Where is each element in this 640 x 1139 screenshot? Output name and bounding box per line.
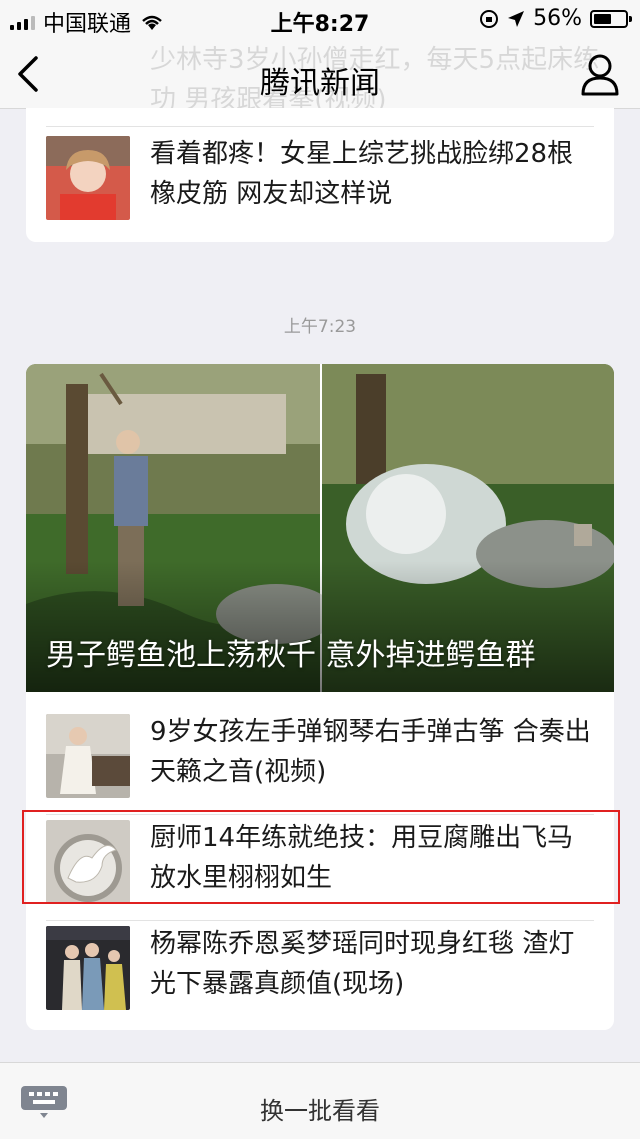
news-card-2: 男子鳄鱼池上荡秋千 意外掉进鳄鱼群 9岁女孩左手弹钢琴右手弹古筝 合奏出天籁之音… <box>26 364 614 1030</box>
status-right: 56% <box>479 6 632 31</box>
news-card-1: 看着都疼！女星上综艺挑战脸绑28根橡皮筋 网友却这样说 <box>26 108 614 242</box>
news-title[interactable]: 看着都疼！女星上综艺挑战脸绑28根橡皮筋 网友却这样说 <box>150 134 594 214</box>
battery-icon <box>590 9 632 28</box>
news-thumbnail <box>46 136 130 220</box>
page-title: 腾讯新闻 <box>260 66 380 101</box>
nav-bar: 少林寺3岁小孙僧走红，每天5点起床练功 男孩跟着拳(视频) 腾讯新闻 <box>0 40 640 115</box>
profile-icon[interactable] <box>580 52 620 96</box>
news-item[interactable]: 杨幂陈乔恩奚梦瑶同时现身红毯 渣灯光下暴露真颜值(现场) <box>46 926 594 1018</box>
divider <box>46 126 594 127</box>
hero-title: 男子鳄鱼池上荡秋千 意外掉进鳄鱼群 <box>46 638 536 673</box>
divider <box>46 920 594 921</box>
news-thumbnail <box>46 926 130 1010</box>
status-bar: 中国联通 上午8:27 56% <box>0 0 640 40</box>
news-title[interactable]: 杨幂陈乔恩奚梦瑶同时现身红毯 渣灯光下暴露真颜值(现场) <box>150 924 594 1004</box>
news-item[interactable]: 9岁女孩左手弹钢琴右手弹古筝 合奏出天籁之音(视频) <box>46 714 594 806</box>
battery-percent: 56% <box>533 6 582 31</box>
bottom-bar: 换一批看看 <box>0 1062 640 1139</box>
hero-news[interactable]: 男子鳄鱼池上荡秋千 意外掉进鳄鱼群 <box>26 364 614 692</box>
news-title[interactable]: 9岁女孩左手弹钢琴右手弹古筝 合奏出天籁之音(视频) <box>150 712 594 792</box>
message-timestamp: 上午7:23 <box>283 317 357 337</box>
rotation-lock-icon <box>480 9 499 28</box>
refresh-batch-button[interactable]: 换一批看看 <box>0 1091 640 1126</box>
news-item[interactable]: 看着都疼！女星上综艺挑战脸绑28根橡皮筋 网友却这样说 <box>46 136 594 228</box>
highlight-box <box>22 810 620 904</box>
news-thumbnail <box>46 714 130 798</box>
location-icon <box>508 10 525 27</box>
